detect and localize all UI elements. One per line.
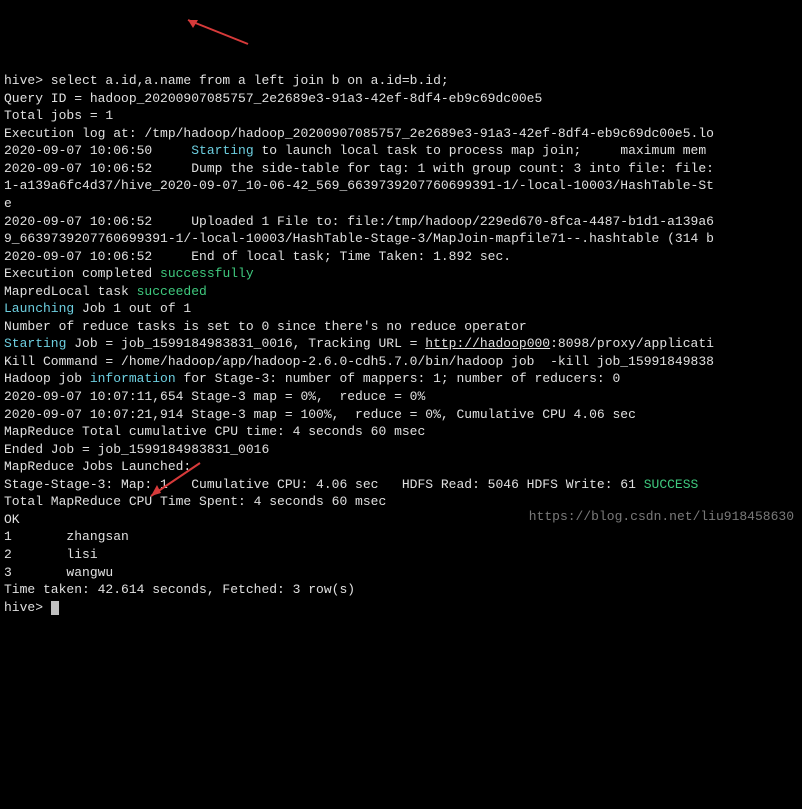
terminal-text: e — [4, 196, 12, 211]
terminal-line: Time taken: 42.614 seconds, Fetched: 3 r… — [4, 581, 798, 599]
terminal-line: Execution completed successfully — [4, 265, 798, 283]
terminal-text: 2020-09-07 10:06:52 End of local task; T… — [4, 249, 511, 264]
terminal-text: Stage-Stage-3: Map: 1 Cumulative CPU: 4.… — [4, 477, 644, 492]
terminal-text: to launch local task to process map join… — [254, 143, 706, 158]
terminal-text: 2020-09-07 10:07:21,914 Stage-3 map = 10… — [4, 407, 636, 422]
terminal-keyword: SUCCESS — [644, 477, 699, 492]
terminal-line: Hadoop job information for Stage-3: numb… — [4, 370, 798, 388]
terminal-line: 2020-09-07 10:06:52 Dump the side-table … — [4, 160, 798, 178]
terminal-output[interactable]: hive> select a.id,a.name from a left joi… — [4, 72, 798, 616]
terminal-line: 1-a139a6fc4d37/hive_2020-09-07_10-06-42_… — [4, 177, 798, 195]
terminal-line: Launching Job 1 out of 1 — [4, 300, 798, 318]
terminal-line: 9_6639739207760699391-1/-local-10003/Has… — [4, 230, 798, 248]
terminal-keyword: Starting — [191, 143, 253, 158]
terminal-text: 2020-09-07 10:07:11,654 Stage-3 map = 0%… — [4, 389, 425, 404]
terminal-keyword: Launching — [4, 301, 74, 316]
terminal-text: Hadoop job — [4, 371, 90, 386]
terminal-line: MapReduce Jobs Launched: — [4, 458, 798, 476]
terminal-text: 1 zhangsan — [4, 529, 129, 544]
terminal-text: :8098/proxy/applicati — [550, 336, 714, 351]
terminal-line: Kill Command = /home/hadoop/app/hadoop-2… — [4, 353, 798, 371]
terminal-text: hive> — [4, 600, 51, 615]
terminal-text: 2020-09-07 10:06:52 Uploaded 1 File to: … — [4, 214, 714, 229]
terminal-line: Number of reduce tasks is set to 0 since… — [4, 318, 798, 336]
terminal-text: Query ID = hadoop_20200907085757_2e2689e… — [4, 91, 542, 106]
terminal-text: OK — [4, 512, 20, 527]
terminal-text: Execution completed — [4, 266, 160, 281]
terminal-line: hive> select a.id,a.name from a left joi… — [4, 72, 798, 90]
terminal-line: 2020-09-07 10:07:21,914 Stage-3 map = 10… — [4, 406, 798, 424]
terminal-keyword: information — [90, 371, 176, 386]
terminal-line: Total jobs = 1 — [4, 107, 798, 125]
terminal-text: Total MapReduce CPU Time Spent: 4 second… — [4, 494, 386, 509]
terminal-text: Ended Job = job_1599184983831_0016 — [4, 442, 269, 457]
terminal-line: 2020-09-07 10:06:52 End of local task; T… — [4, 248, 798, 266]
terminal-line: 2020-09-07 10:06:50 Starting to launch l… — [4, 142, 798, 160]
terminal-text: 2020-09-07 10:06:52 Dump the side-table … — [4, 161, 714, 176]
terminal-keyword: successfully — [160, 266, 254, 281]
terminal-text: Time taken: 42.614 seconds, Fetched: 3 r… — [4, 582, 355, 597]
terminal-text: 3 wangwu — [4, 565, 113, 580]
terminal-keyword: Starting — [4, 336, 66, 351]
terminal-line: 3 wangwu — [4, 564, 798, 582]
terminal-keyword: http://hadoop000 — [425, 336, 550, 351]
terminal-text: Number of reduce tasks is set to 0 since… — [4, 319, 527, 334]
terminal-line: Execution log at: /tmp/hadoop/hadoop_202… — [4, 125, 798, 143]
terminal-text: 2 lisi — [4, 547, 98, 562]
watermark-text: https://blog.csdn.net/liu918458630 — [529, 508, 794, 526]
terminal-line: 1 zhangsan — [4, 528, 798, 546]
terminal-line: MapredLocal task succeeded — [4, 283, 798, 301]
terminal-text: 9_6639739207760699391-1/-local-10003/Has… — [4, 231, 714, 246]
terminal-line: hive> — [4, 599, 798, 617]
terminal-line: Starting Job = job_1599184983831_0016, T… — [4, 335, 798, 353]
terminal-line: MapReduce Total cumulative CPU time: 4 s… — [4, 423, 798, 441]
terminal-line: 2020-09-07 10:06:52 Uploaded 1 File to: … — [4, 213, 798, 231]
terminal-text: 2020-09-07 10:06:50 — [4, 143, 191, 158]
terminal-line: Ended Job = job_1599184983831_0016 — [4, 441, 798, 459]
terminal-text: MapredLocal task — [4, 284, 137, 299]
terminal-text: MapReduce Total cumulative CPU time: 4 s… — [4, 424, 425, 439]
terminal-line: Stage-Stage-3: Map: 1 Cumulative CPU: 4.… — [4, 476, 798, 494]
terminal-text: hive> select a.id,a.name from a left joi… — [4, 73, 449, 88]
terminal-text: for Stage-3: number of mappers: 1; numbe… — [176, 371, 621, 386]
terminal-line: Query ID = hadoop_20200907085757_2e2689e… — [4, 90, 798, 108]
terminal-keyword: succeeded — [137, 284, 207, 299]
terminal-line: e — [4, 195, 798, 213]
terminal-text: Total jobs = 1 — [4, 108, 113, 123]
cursor-icon — [51, 601, 59, 615]
terminal-text: Execution log at: /tmp/hadoop/hadoop_202… — [4, 126, 714, 141]
terminal-text: Job = job_1599184983831_0016, Tracking U… — [66, 336, 425, 351]
terminal-text: 1-a139a6fc4d37/hive_2020-09-07_10-06-42_… — [4, 178, 714, 193]
terminal-line: 2 lisi — [4, 546, 798, 564]
terminal-text: MapReduce Jobs Launched: — [4, 459, 191, 474]
terminal-line: 2020-09-07 10:07:11,654 Stage-3 map = 0%… — [4, 388, 798, 406]
terminal-text: Job 1 out of 1 — [74, 301, 191, 316]
annotation-arrow-icon — [180, 16, 250, 46]
terminal-text: Kill Command = /home/hadoop/app/hadoop-2… — [4, 354, 714, 369]
